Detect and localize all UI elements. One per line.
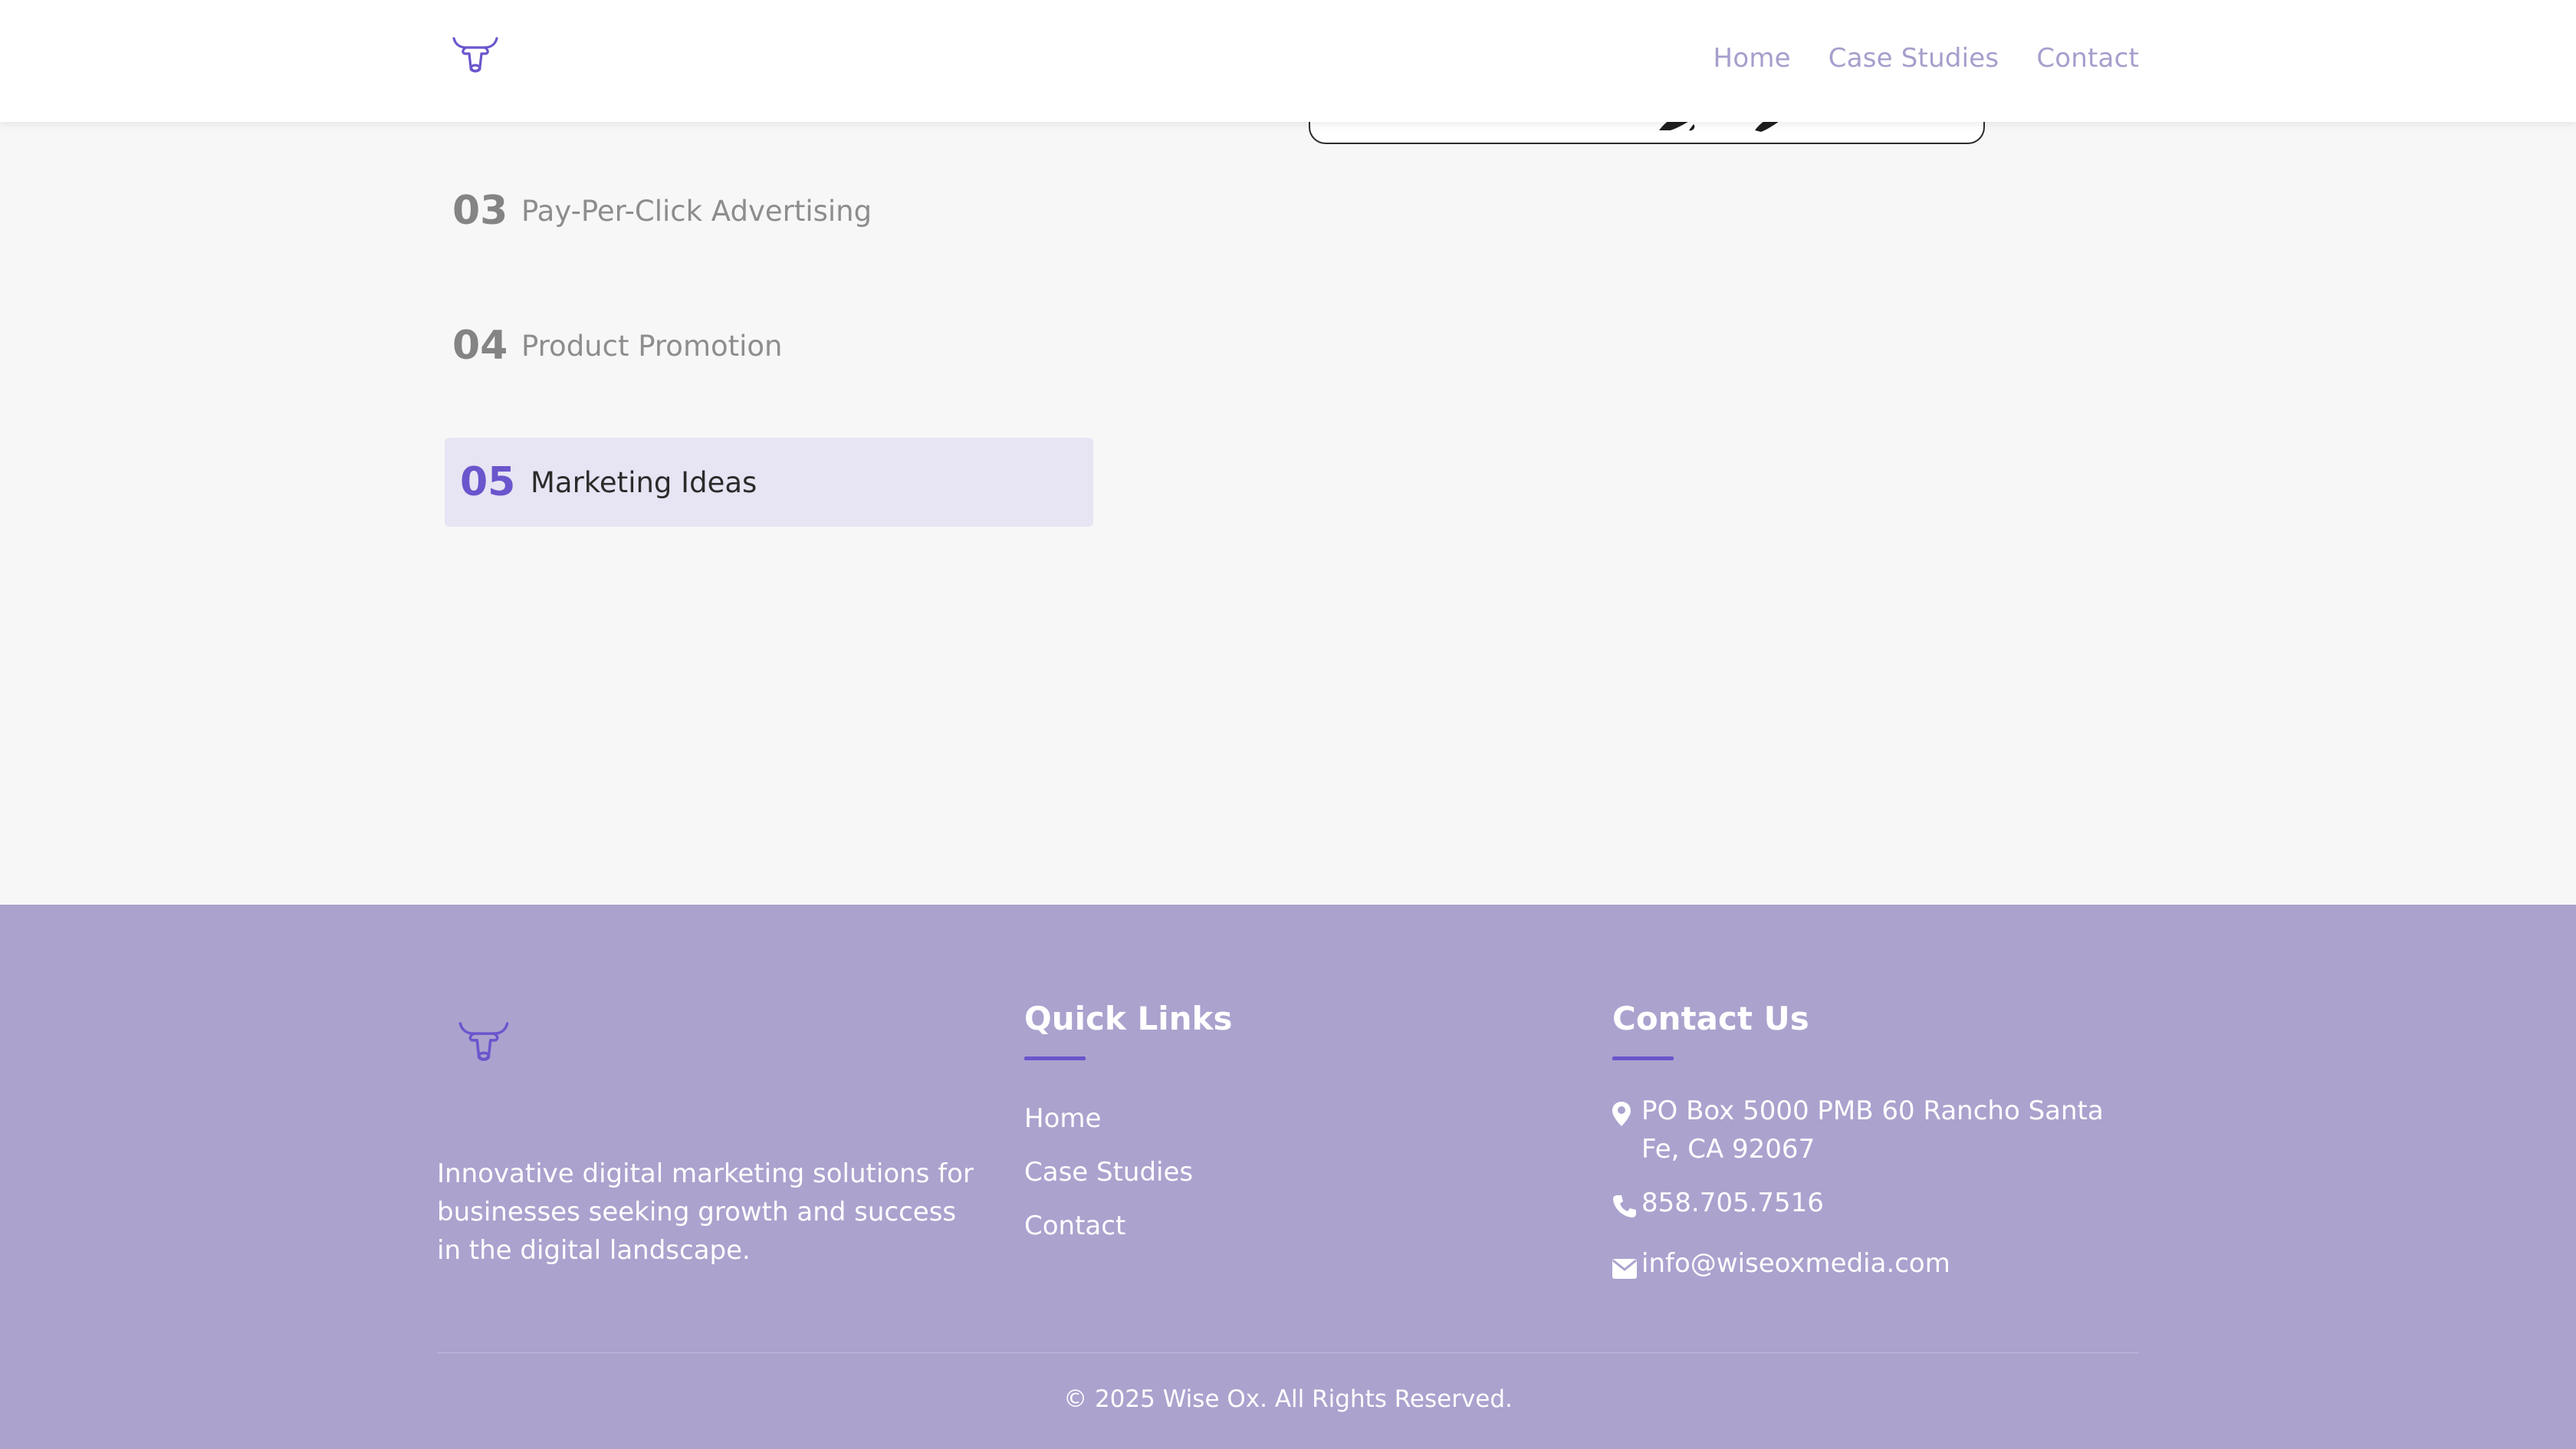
service-item-marketing-ideas[interactable]: 05 Marketing Ideas [445,438,1093,527]
service-label: Pay-Per-Click Advertising [521,194,872,228]
service-number: 03 [452,188,508,234]
contact-email-row: info@wiseoxmedia.com [1612,1244,2149,1290]
phone-icon [1612,1191,1637,1229]
quick-links-title: Quick Links [1024,1000,1233,1037]
nav-case-studies[interactable]: Case Studies [1829,43,1999,74]
ox-head-icon[interactable] [451,34,500,75]
footer-divider [437,1352,2139,1353]
service-number: 05 [460,459,516,505]
footer-link-home[interactable]: Home [1024,1092,1193,1145]
contact-details: PO Box 5000 PMB 60 Rancho Santa Fe, CA 9… [1612,1092,2149,1305]
title-underline [1612,1056,1674,1060]
contact-phone[interactable]: 858.705.7516 [1641,1184,1824,1222]
footer-description: Innovative digital marketing solutions f… [437,1158,974,1266]
map-marker-icon [1612,1099,1637,1137]
contact-address: PO Box 5000 PMB 60 Rancho Santa Fe, CA 9… [1641,1096,2104,1165]
services-section: 03 Pay-Per-Click Advertising 04 Product … [0,0,2576,905]
quick-links-list: Home Case Studies Contact [1024,1092,1193,1253]
footer-link-case-studies[interactable]: Case Studies [1024,1145,1193,1199]
service-label: Product Promotion [521,329,783,363]
ox-head-icon[interactable] [457,1018,511,1064]
site-header: Home Case Studies Contact [0,0,2576,122]
contact-phone-row: 858.705.7516 [1612,1184,2149,1229]
site-footer: Innovative digital marketing solutions f… [0,905,2576,1449]
footer-link-contact[interactable]: Contact [1024,1199,1193,1253]
contact-address-row: PO Box 5000 PMB 60 Rancho Santa Fe, CA 9… [1612,1092,2149,1168]
service-label: Marketing Ideas [531,465,757,499]
envelope-icon [1612,1251,1637,1290]
contact-title: Contact Us [1612,1000,1809,1037]
service-item-product-promotion[interactable]: 04 Product Promotion [445,301,1093,390]
nav-home[interactable]: Home [1714,43,1791,74]
service-item-ppc[interactable]: 03 Pay-Per-Click Advertising [445,166,1093,255]
contact-email[interactable]: info@wiseoxmedia.com [1641,1244,1950,1283]
nav-contact[interactable]: Contact [2036,43,2139,74]
service-number: 04 [452,323,508,369]
main-nav: Home Case Studies Contact [1714,43,2139,74]
title-underline [1024,1056,1086,1060]
copyright-text: © 2025 Wise Ox. All Rights Reserved. [1063,1385,1513,1413]
